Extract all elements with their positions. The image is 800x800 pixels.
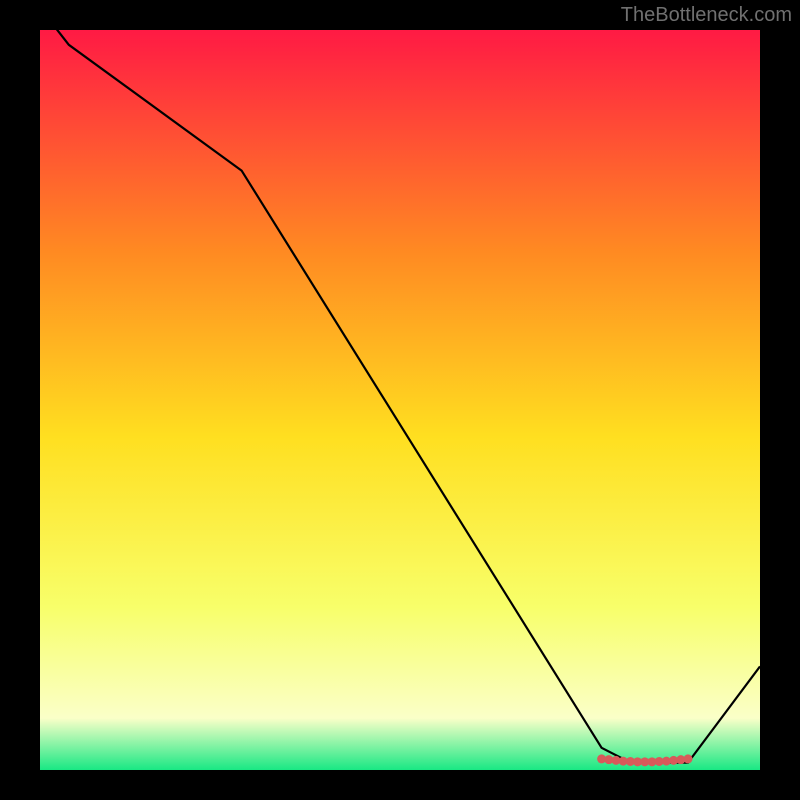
chart-frame: TheBottleneck.com — [0, 0, 800, 800]
gradient-background — [40, 30, 760, 770]
marker-point — [684, 754, 693, 763]
watermark-text: TheBottleneck.com — [621, 4, 792, 27]
chart-svg — [40, 30, 760, 770]
plot-area — [40, 30, 760, 770]
